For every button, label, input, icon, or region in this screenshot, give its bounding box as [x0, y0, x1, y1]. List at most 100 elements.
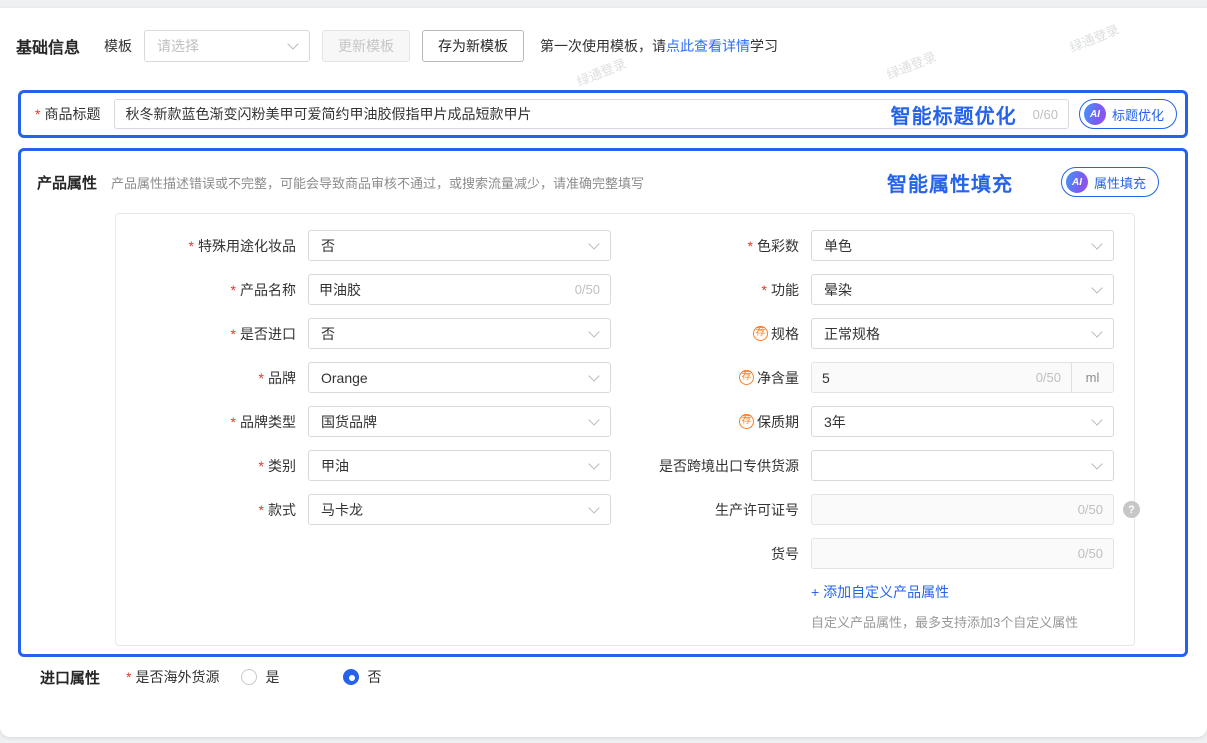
field-label-text: 产品名称 — [240, 280, 296, 300]
template-select-placeholder: 请选择 — [157, 36, 289, 56]
select-value: 正常规格 — [824, 324, 1093, 344]
product-title-section: * 商品标题 秋冬新款蓝色渐变闪粉美甲可爱简约甲油胶假指甲片成品短款甲片 智能标… — [18, 90, 1188, 138]
field-label-text: 生产许可证号 — [715, 500, 799, 520]
radio-option-checked-1[interactable]: 否 — [343, 667, 381, 687]
ai-icon: AI — [1084, 103, 1106, 125]
select-value: 3年 — [824, 412, 1093, 432]
field-row-style: *款式马卡龙 — [136, 494, 611, 525]
save-as-new-template-button[interactable]: 存为新模板 — [422, 30, 524, 62]
field-label-production-license-no: 生产许可证号 — [624, 500, 799, 520]
field-label-text: 规格 — [771, 324, 799, 344]
attributes-column-left: *特殊用途化妆品否*产品名称甲油胶0/50*是否进口否*品牌Orange*品牌类… — [136, 230, 611, 631]
field-row-is-imported: *是否进口否 — [136, 318, 611, 349]
add-custom-attribute-link[interactable]: + 添加自定义产品属性 — [811, 582, 1114, 602]
smart-attribute-fill-overlay: 智能属性填充 — [887, 168, 1013, 197]
field-row-color-count: *色彩数 单色 — [624, 230, 1114, 261]
field-label-product-name: *产品名称 — [136, 280, 296, 300]
input-production-license-no[interactable]: 0/50 — [811, 494, 1114, 525]
select-value: 否 — [321, 236, 590, 256]
template-label: 模板 — [104, 36, 132, 56]
field-label-function: *功能 — [624, 280, 799, 300]
import-attributes-title: 进口属性 — [40, 667, 100, 688]
select-special-use-cosmetics[interactable]: 否 — [308, 230, 611, 261]
select-cross-border-export-supply[interactable] — [811, 450, 1114, 481]
select-value: 否 — [321, 324, 590, 344]
field-row-specification: 荐规格 正常规格 — [624, 318, 1114, 349]
char-counter: 0/50 — [1078, 546, 1103, 561]
custom-attribute-note: 自定义产品属性，最多支持添加3个自定义属性 — [811, 612, 1114, 631]
unit-label: ml — [1071, 363, 1113, 392]
chevron-down-icon — [1091, 458, 1102, 469]
select-specification[interactable]: 正常规格 — [811, 318, 1114, 349]
product-title-input[interactable]: 秋冬新款蓝色渐变闪粉美甲可爱简约甲油胶假指甲片成品短款甲片 智能标题优化 0/6… — [114, 99, 1069, 129]
import-attributes-row: 进口属性 * 是否海外货源 是 否 — [40, 665, 381, 689]
input-value: 5 — [822, 370, 1028, 386]
title-char-counter: 0/60 — [1033, 107, 1058, 122]
radio-button-icon[interactable] — [241, 669, 257, 685]
select-brand[interactable]: Orange — [308, 362, 611, 393]
help-prefix: 第一次使用模板，请 — [540, 38, 666, 54]
attributes-header: 产品属性 产品属性描述错误或不完整，可能会导致商品审核不通过，或搜索流量减少，请… — [21, 167, 1185, 197]
input-value: 甲油胶 — [319, 280, 567, 300]
required-asterisk: * — [748, 238, 753, 254]
overseas-source-label: * 是否海外货源 — [126, 667, 219, 687]
attributes-panel: *特殊用途化妆品否*产品名称甲油胶0/50*是否进口否*品牌Orange*品牌类… — [115, 213, 1135, 646]
attributes-description: 产品属性描述错误或不完整，可能会导致商品审核不通过，或搜索流量减少，请准确完整填… — [111, 173, 644, 192]
ai-attribute-fill-button[interactable]: AI 属性填充 — [1061, 167, 1159, 197]
attributes-header-right: 智能属性填充 AI 属性填充 — [887, 167, 1159, 197]
recommended-badge-icon: 荐 — [739, 414, 754, 429]
field-row-category: *类别 甲油 — [136, 450, 611, 481]
select-value: 甲油 — [321, 456, 590, 476]
field-label-text: 是否跨境出口专供货源 — [659, 456, 799, 476]
smart-title-optimize-overlay: 智能标题优化 — [891, 100, 1017, 129]
update-template-button[interactable]: 更新模板 — [322, 30, 410, 62]
select-category[interactable]: 甲油 — [308, 450, 611, 481]
field-label-style: *款式 — [136, 500, 296, 520]
select-value: 单色 — [824, 236, 1093, 256]
field-label-text: 是否进口 — [240, 324, 296, 344]
template-help-text: 第一次使用模板，请点此查看详情学习 — [540, 36, 778, 56]
select-style[interactable]: 马卡龙 — [308, 494, 611, 525]
field-label-net-content: 荐净含量 — [624, 368, 799, 388]
required-asterisk: * — [189, 238, 194, 254]
radio-button-icon[interactable] — [343, 669, 359, 685]
radio-option-label: 是 — [265, 667, 279, 687]
input-net-content[interactable]: 50/50ml — [811, 362, 1114, 393]
chevron-down-icon — [588, 414, 599, 425]
required-asterisk: * — [259, 502, 264, 518]
recommended-badge-icon: 荐 — [753, 326, 768, 341]
chevron-down-icon — [588, 502, 599, 513]
select-brand-type[interactable]: 国货品牌 — [308, 406, 611, 437]
chevron-down-icon — [588, 326, 599, 337]
template-select[interactable]: 请选择 — [144, 30, 310, 62]
select-color-count[interactable]: 单色 — [811, 230, 1114, 261]
input-item-no[interactable]: 0/50 — [811, 538, 1114, 569]
field-row-net-content: 荐净含量 50/50ml — [624, 362, 1114, 393]
input-product-name[interactable]: 甲油胶0/50 — [308, 274, 611, 305]
field-row-brand-type: *品牌类型国货品牌 — [136, 406, 611, 437]
help-icon[interactable]: ? — [1123, 501, 1140, 518]
field-label-color-count: *色彩数 — [624, 236, 799, 256]
required-asterisk: * — [35, 106, 40, 122]
chevron-down-icon — [588, 238, 599, 249]
field-row-production-license-no: 生产许可证号0/50? — [624, 494, 1114, 525]
field-label-text: 净含量 — [757, 368, 799, 388]
radio-option-0[interactable]: 是 — [241, 667, 279, 687]
select-value: Orange — [321, 370, 590, 386]
select-is-imported[interactable]: 否 — [308, 318, 611, 349]
select-function[interactable]: 晕染 — [811, 274, 1114, 305]
select-value: 晕染 — [824, 280, 1093, 300]
chevron-down-icon — [1091, 414, 1102, 425]
field-label-specification: 荐规格 — [624, 324, 799, 344]
ai-title-optimize-button[interactable]: AI 标题优化 — [1079, 99, 1177, 129]
custom-attribute-block: + 添加自定义产品属性 自定义产品属性，最多支持添加3个自定义属性 — [811, 582, 1114, 631]
field-label-text: 类别 — [268, 456, 296, 476]
ai-title-optimize-label: 标题优化 — [1112, 105, 1164, 124]
select-shelf-life[interactable]: 3年 — [811, 406, 1114, 437]
product-title-value: 秋冬新款蓝色渐变闪粉美甲可爱简约甲油胶假指甲片成品短款甲片 — [125, 104, 890, 124]
field-label-text: 色彩数 — [757, 236, 799, 256]
field-label-category: *类别 — [136, 456, 296, 476]
help-detail-link[interactable]: 点此查看详情 — [666, 38, 750, 54]
field-row-item-no: 货号0/50 — [624, 538, 1114, 569]
ai-attribute-fill-label: 属性填充 — [1094, 173, 1146, 192]
